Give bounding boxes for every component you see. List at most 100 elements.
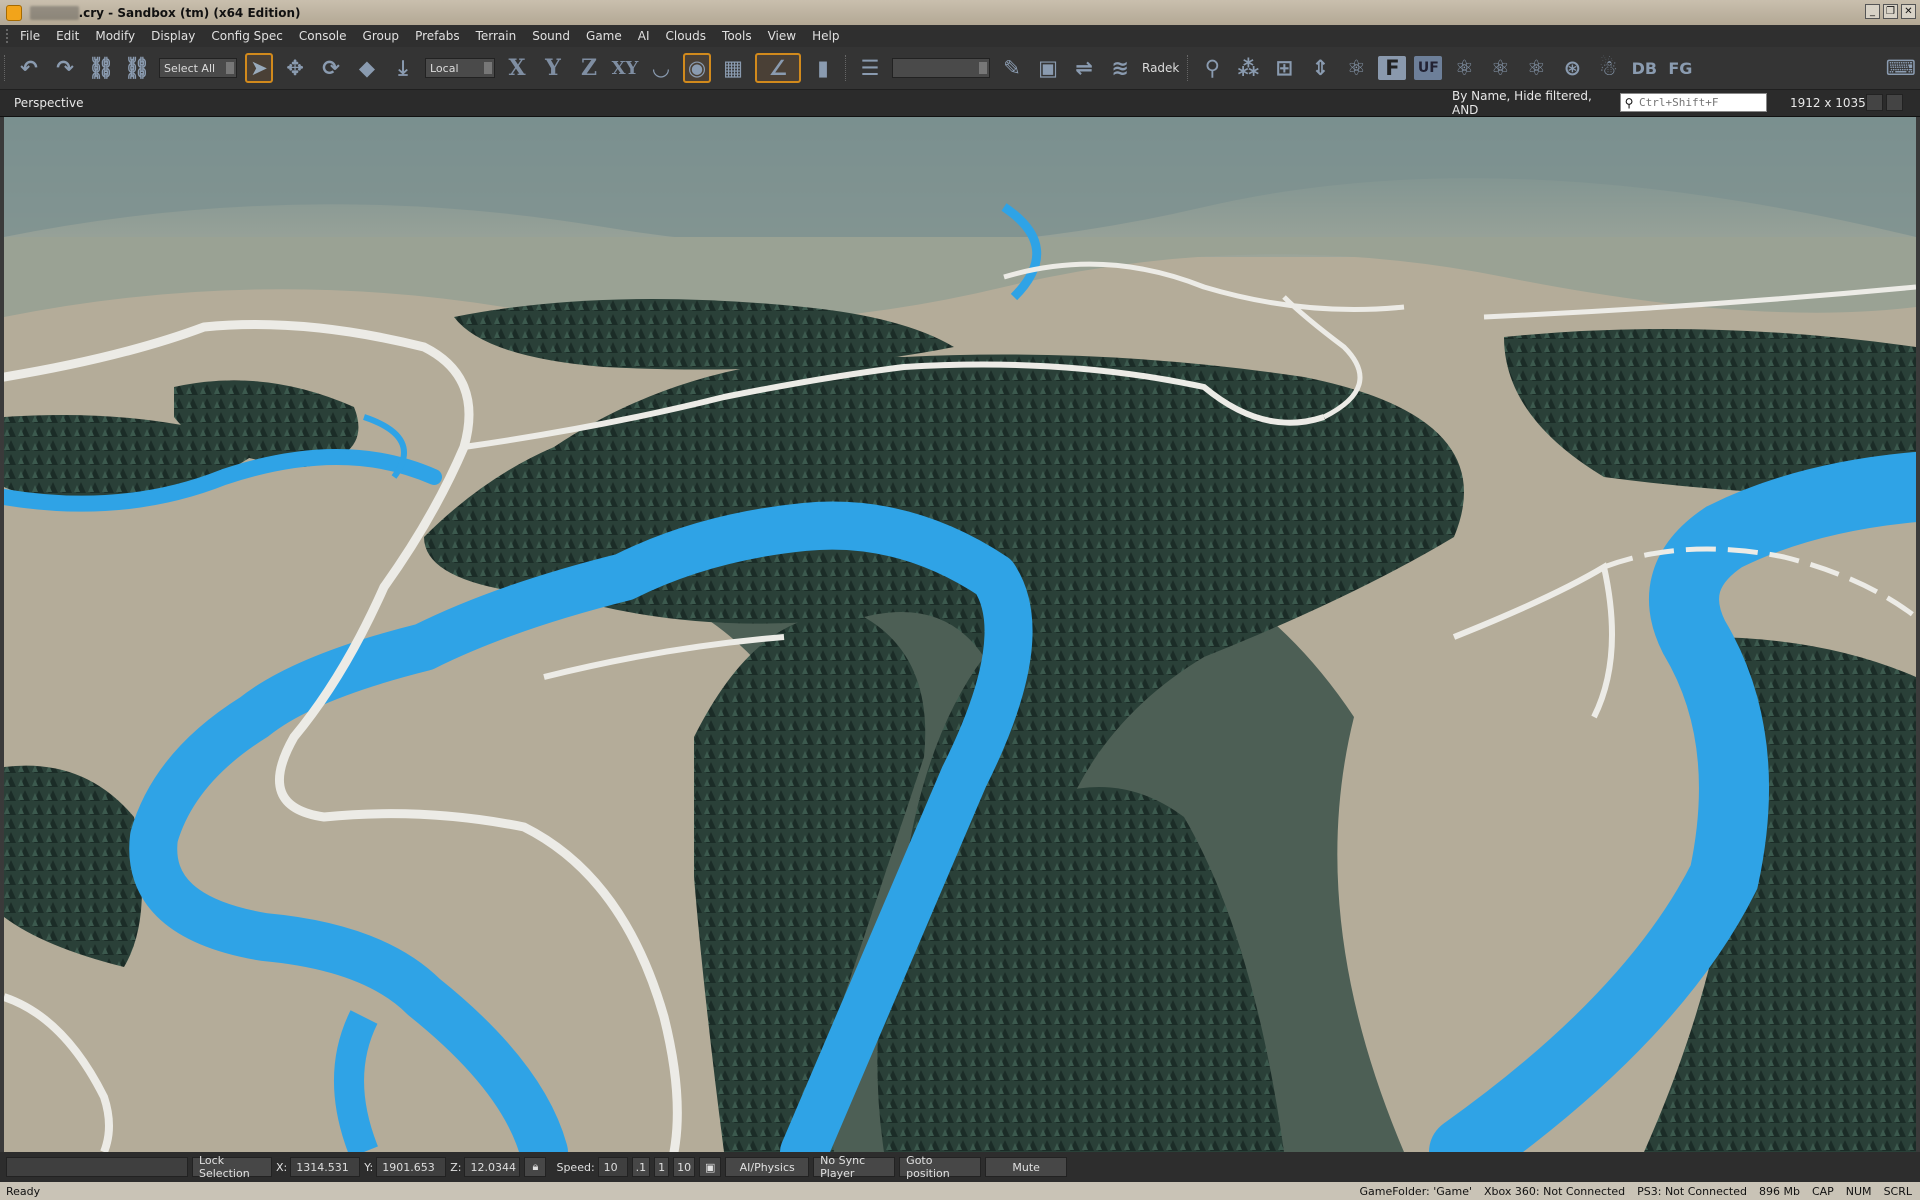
mute-button[interactable]: Mute: [985, 1157, 1068, 1177]
grid-icon[interactable]: ▦: [719, 53, 747, 83]
cap-indicator: CAP: [1811, 1184, 1834, 1198]
minimize-button[interactable]: _: [1865, 4, 1880, 19]
ruler-icon[interactable]: ▮: [809, 53, 837, 83]
num-indicator: NUM: [1845, 1184, 1872, 1198]
ai-physics-button[interactable]: AI/Physics: [725, 1157, 810, 1177]
app-icon: [6, 4, 22, 21]
scale-icon[interactable]: ◆: [353, 53, 381, 83]
menu-tools[interactable]: Tools: [722, 29, 752, 43]
redo-icon[interactable]: ↷: [51, 53, 79, 83]
close-button[interactable]: ✕: [1901, 4, 1916, 19]
coordinate-system-combo[interactable]: Local: [425, 58, 495, 78]
perspective-viewport[interactable]: [4, 117, 1916, 1152]
axis-z-button[interactable]: Z: [575, 53, 603, 83]
menu-edit[interactable]: Edit: [56, 29, 79, 43]
menu-prefabs[interactable]: Prefabs: [415, 29, 460, 43]
atom-icon[interactable]: ⚛: [1450, 53, 1478, 83]
menu-modify[interactable]: Modify: [95, 29, 135, 43]
save-selection-icon[interactable]: ▣: [1034, 53, 1062, 83]
toolbar-grip: [4, 55, 7, 81]
selection-set-combo[interactable]: [892, 58, 990, 78]
unlink-icon[interactable]: ⛓: [123, 53, 151, 83]
angle-snap-icon[interactable]: ∠: [755, 53, 801, 83]
snap-to-terrain-icon[interactable]: ⤓: [389, 53, 417, 83]
menu-console[interactable]: Console: [299, 29, 347, 43]
speed-label: Speed:: [556, 1160, 595, 1174]
selection-combo-value: Select All: [164, 61, 216, 75]
layers-icon[interactable]: ≋: [1106, 53, 1134, 83]
align-icon[interactable]: ⇌: [1070, 53, 1098, 83]
link-icon[interactable]: ⛓: [87, 53, 115, 83]
goto-position-button[interactable]: Goto position: [899, 1154, 982, 1180]
axis-y-button[interactable]: Y: [539, 53, 567, 83]
speed-preset-0-1[interactable]: .1: [631, 1157, 651, 1177]
combo-spin-icon: [979, 62, 987, 74]
terrain-grid-icon[interactable]: ⊞: [1270, 53, 1298, 83]
edit-status-bar: Lock Selection X: 1314.531 Y: 1901.653 Z…: [0, 1152, 1920, 1182]
particle-icon[interactable]: ⁂: [1234, 53, 1262, 83]
lock-icon[interactable]: 🔒︎: [524, 1157, 547, 1177]
ui-flowgraph-button[interactable]: UF: [1414, 56, 1443, 80]
axis-xy-button[interactable]: XY: [611, 53, 639, 83]
lock-selection-button[interactable]: Lock Selection: [192, 1154, 272, 1180]
character-icon[interactable]: ☃: [1594, 53, 1622, 83]
title-bar: sample.cry - Sandbox (tm) (x64 Edition) …: [0, 0, 1920, 25]
menu-terrain[interactable]: Terrain: [476, 29, 517, 43]
height-icon[interactable]: ⇕: [1306, 53, 1334, 83]
terrain-render: [4, 117, 1916, 1152]
terrain-snap-icon[interactable]: ◡: [647, 53, 675, 83]
z-coordinate-field[interactable]: 12.0344: [464, 1157, 521, 1177]
layer-name[interactable]: Radek: [1142, 53, 1179, 83]
restore-button[interactable]: ❐: [1883, 4, 1898, 19]
object-list-icon[interactable]: ☰: [856, 53, 884, 83]
database-button[interactable]: DB: [1630, 53, 1658, 83]
life-ring-icon[interactable]: ⊛: [1558, 53, 1586, 83]
physics-icon[interactable]: ⚛: [1342, 53, 1370, 83]
axis-x-button[interactable]: X: [503, 53, 531, 83]
no-sync-player-button[interactable]: No Sync Player: [813, 1154, 896, 1180]
speed-preset-10[interactable]: 10: [673, 1157, 696, 1177]
y-coordinate-field[interactable]: 1901.653: [376, 1157, 447, 1177]
menu-display[interactable]: Display: [151, 29, 195, 43]
viewport-type-label[interactable]: Perspective: [14, 96, 84, 110]
menu-game[interactable]: Game: [586, 29, 622, 43]
menu-group[interactable]: Group: [363, 29, 400, 43]
select-tool-icon[interactable]: ➤: [245, 53, 273, 83]
material-picker-icon[interactable]: ⚲: [1198, 53, 1226, 83]
flowgraph-f-button[interactable]: F: [1378, 56, 1407, 80]
search-input[interactable]: [1637, 95, 1751, 110]
rotate-icon[interactable]: ⟳: [317, 53, 345, 83]
y-label: Y:: [364, 1160, 374, 1174]
atom-third-icon[interactable]: ⚛: [1522, 53, 1550, 83]
x-coordinate-field[interactable]: 1314.531: [290, 1157, 361, 1177]
edit-selection-icon[interactable]: ✎: [998, 53, 1026, 83]
game-pad-icon[interactable]: ⌨: [1886, 53, 1916, 83]
flowgraph-button[interactable]: FG: [1666, 53, 1694, 83]
xbox-status: Xbox 360: Not Connected: [1484, 1184, 1626, 1198]
command-input[interactable]: [6, 1157, 188, 1177]
selection-combo[interactable]: Select All: [159, 58, 237, 78]
z-label: Z:: [450, 1160, 462, 1174]
viewport-maximize-button[interactable]: [1886, 94, 1903, 111]
scrl-indicator: SCRL: [1883, 1184, 1912, 1198]
atom-alt-icon[interactable]: ⚛: [1486, 53, 1514, 83]
menu-file[interactable]: File: [20, 29, 40, 43]
menu-sound[interactable]: Sound: [532, 29, 570, 43]
move-icon[interactable]: ✥: [281, 53, 309, 83]
camera-icon[interactable]: ◉: [683, 53, 711, 83]
terrain-collision-icon[interactable]: ▣: [699, 1157, 722, 1177]
speed-field[interactable]: 10: [597, 1157, 628, 1177]
speed-preset-1[interactable]: 1: [654, 1157, 670, 1177]
menu-config-spec[interactable]: Config Spec: [211, 29, 283, 43]
redacted-filename: sample: [30, 5, 79, 20]
menu-help[interactable]: Help: [812, 29, 839, 43]
coord-combo-value: Local: [430, 61, 459, 75]
undo-icon[interactable]: ↶: [15, 53, 43, 83]
menu-view[interactable]: View: [768, 29, 796, 43]
menu-ai[interactable]: AI: [638, 29, 650, 43]
combo-spin-icon: [226, 62, 234, 74]
viewport-options-button[interactable]: [1866, 94, 1883, 111]
object-search-box[interactable]: ⚲: [1620, 93, 1767, 112]
filter-options-label[interactable]: By Name, Hide filtered, AND: [1452, 89, 1620, 117]
menu-clouds[interactable]: Clouds: [666, 29, 707, 43]
